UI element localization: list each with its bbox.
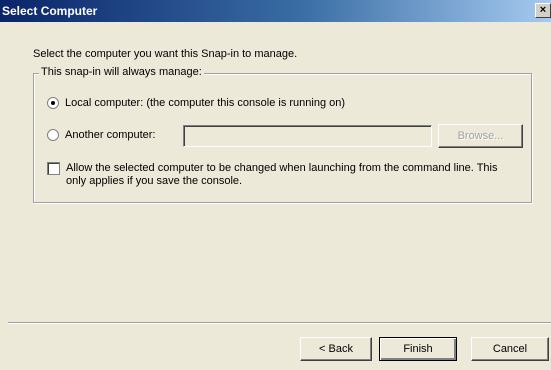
button-separator [8, 322, 551, 324]
intro-text: Select the computer you want this Snap-i… [33, 48, 298, 60]
browse-button: Browse... [438, 124, 523, 148]
finish-button[interactable]: Finish [379, 337, 457, 361]
allow-change-option[interactable]: Allow the selected computer to be change… [47, 162, 498, 188]
window-title: Select Computer [2, 4, 98, 18]
computer-name-field [183, 125, 432, 147]
another-computer-label: Another computer: [65, 129, 156, 141]
close-button[interactable]: × [535, 3, 551, 18]
another-computer-radio[interactable] [47, 129, 59, 141]
allow-change-checkbox[interactable] [47, 162, 60, 175]
allow-change-line1: Allow the selected computer to be change… [66, 162, 498, 174]
another-computer-option[interactable]: Another computer: [47, 129, 156, 141]
group-legend: This snap-in will always manage: [39, 66, 204, 78]
close-icon: × [539, 4, 547, 16]
back-button[interactable]: < Back [300, 337, 372, 361]
allow-change-line2: only applies if you save the console. [66, 175, 243, 187]
allow-change-label: Allow the selected computer to be change… [66, 162, 498, 188]
local-computer-radio[interactable] [47, 97, 59, 109]
local-computer-option[interactable]: Local computer: (the computer this conso… [47, 97, 345, 109]
local-computer-label: Local computer: (the computer this conso… [65, 97, 346, 109]
cancel-button[interactable]: Cancel [471, 337, 549, 361]
title-bar: Select Computer × [0, 0, 551, 22]
